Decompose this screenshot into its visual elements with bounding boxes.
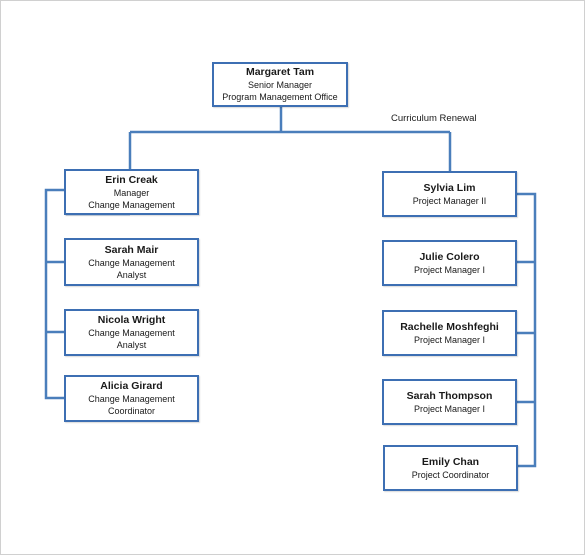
person-name: Sarah Mair [104, 243, 159, 256]
org-box-right-3[interactable]: Sarah Thompson Project Manager I [382, 379, 517, 425]
person-title: Senior Manager [247, 80, 313, 90]
person-name: Nicola Wright [97, 314, 166, 326]
person-name: Sylvia Lim [423, 181, 476, 194]
person-name: Margaret Tam [245, 66, 315, 78]
person-dept: Program Management Office [222, 92, 338, 102]
person-line: Project Manager I [413, 403, 486, 414]
person-name: Emily Chan [421, 455, 480, 468]
person-line: Project Coordinator [411, 469, 490, 480]
person-line: Change Management [88, 394, 175, 404]
org-box-right-4[interactable]: Emily Chan Project Coordinator [383, 445, 518, 491]
org-box-right-0[interactable]: Sylvia Lim Project Manager II [382, 171, 517, 217]
person-line: Change Management [88, 257, 175, 268]
person-line: Analyst [116, 340, 147, 350]
branch-label: Curriculum Renewal [391, 113, 477, 124]
org-box-top[interactable]: Margaret Tam Senior Manager Program Mana… [212, 62, 348, 107]
person-line: Coordinator [107, 406, 156, 416]
person-line: Change Management [88, 199, 175, 210]
person-name: Sarah Thompson [406, 389, 493, 402]
person-line: Project Manager I [413, 264, 486, 275]
org-box-right-2[interactable]: Rachelle Moshfeghi Project Manager I [382, 310, 517, 356]
org-box-right-1[interactable]: Julie Colero Project Manager I [382, 240, 517, 286]
person-name: Erin Creak [105, 173, 158, 186]
person-line: Analyst [116, 269, 147, 280]
connector-left-spine [44, 188, 66, 400]
person-line: Manager [113, 187, 150, 198]
person-name: Julie Colero [419, 250, 480, 263]
org-box-left-2[interactable]: Nicola Wright Change Management Analyst [64, 309, 199, 356]
org-box-left-1[interactable]: Sarah Mair Change Management Analyst [64, 238, 199, 286]
person-name: Alicia Girard [100, 380, 163, 392]
person-line: Project Manager I [413, 334, 486, 345]
person-name: Rachelle Moshfeghi [400, 320, 499, 333]
person-line: Change Management [88, 328, 175, 338]
person-line: Project Manager II [412, 195, 487, 206]
org-box-left-0[interactable]: Erin Creak Manager Change Management [64, 169, 199, 215]
org-box-left-3[interactable]: Alicia Girard Change Management Coordina… [64, 375, 199, 422]
connector-right-spine [517, 192, 537, 468]
